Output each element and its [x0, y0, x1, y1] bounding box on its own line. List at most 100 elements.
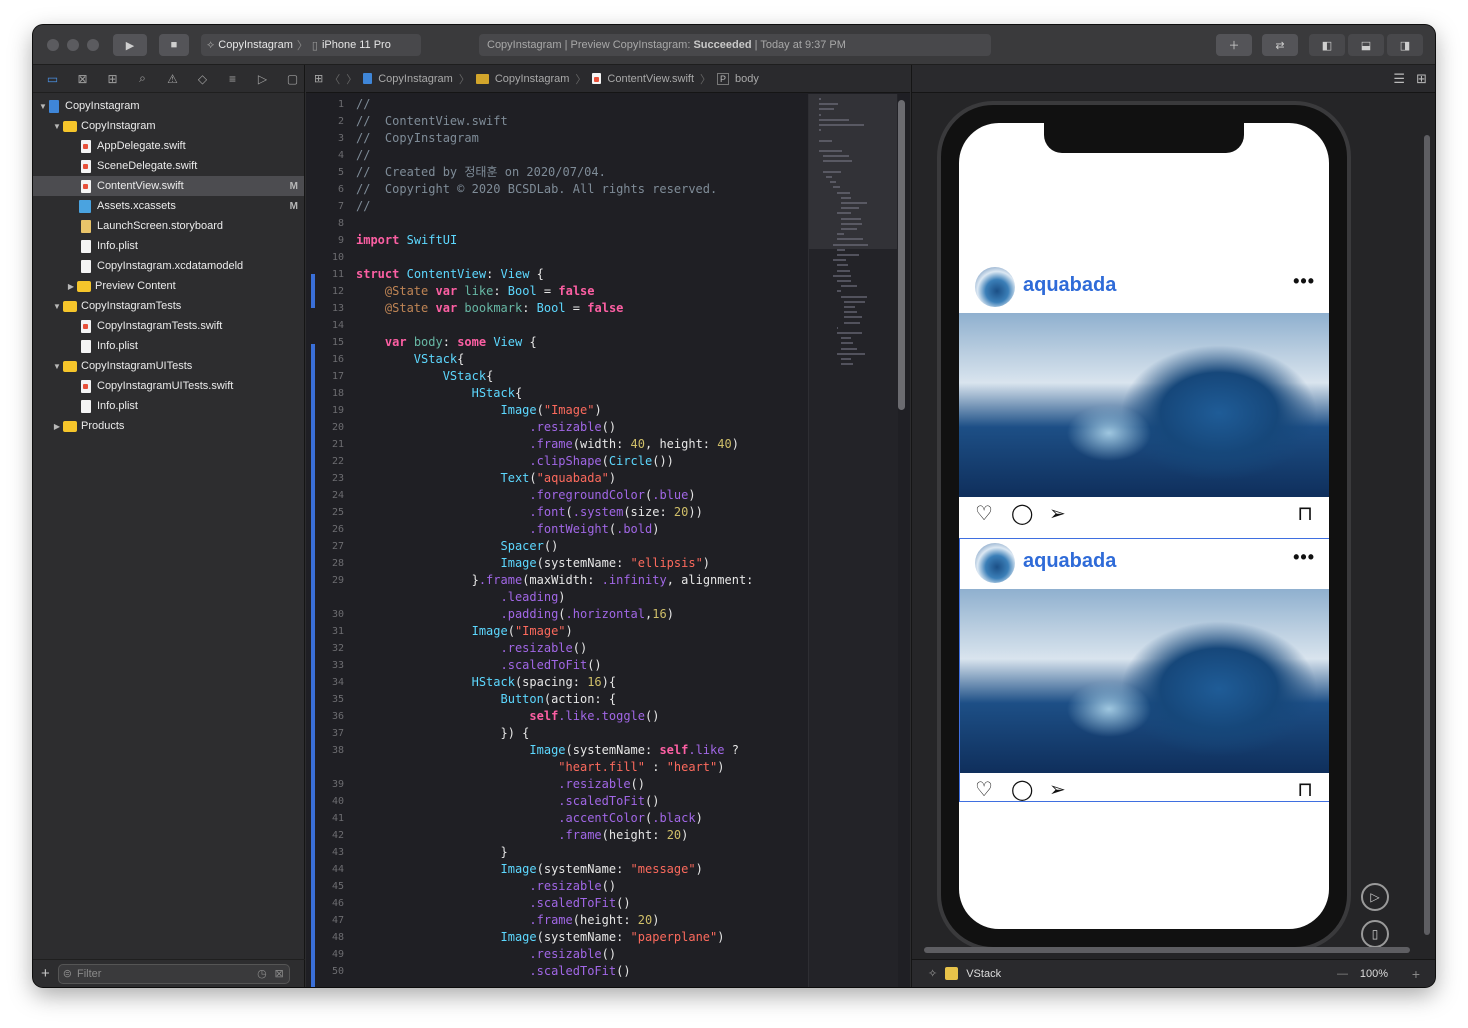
- pin-icon[interactable]: ✧: [928, 967, 937, 980]
- ellipsis-icon[interactable]: •••: [1293, 271, 1315, 292]
- editor-scrollbar[interactable]: [898, 100, 905, 410]
- code-line[interactable]: 49 .resizable(): [306, 946, 808, 963]
- tree-item-file[interactable]: Assets.xcassets M: [33, 196, 304, 216]
- code-line[interactable]: 44 Image(systemName: "message"): [306, 861, 808, 878]
- code-line[interactable]: .leading): [306, 589, 808, 606]
- line-number[interactable]: 6: [306, 181, 344, 198]
- disclosure-closed-icon[interactable]: ▶: [51, 422, 63, 431]
- code-line[interactable]: 35 Button(action: {: [306, 691, 808, 708]
- zoom-level[interactable]: 100%: [1360, 968, 1388, 980]
- code-line[interactable]: 41 .accentColor(.black): [306, 810, 808, 827]
- disclosure-open-icon[interactable]: ▼: [37, 102, 49, 111]
- source-control-icon[interactable]: ⊠: [72, 72, 93, 86]
- heart-icon[interactable]: ♡: [975, 503, 993, 525]
- code-line[interactable]: 39 .resizable(): [306, 776, 808, 793]
- tree-item-project[interactable]: ▼ CopyInstagram: [33, 96, 304, 116]
- code-line[interactable]: 10: [306, 249, 808, 266]
- code-line[interactable]: 23 Text("aquabada"): [306, 470, 808, 487]
- recent-files-icon[interactable]: ◷: [257, 967, 267, 980]
- tree-item-group[interactable]: ▼ CopyInstagramTests: [33, 296, 304, 316]
- report-icon[interactable]: ▢: [282, 72, 303, 86]
- code-line[interactable]: 34 HStack(spacing: 16){: [306, 674, 808, 691]
- code-line[interactable]: 20 .resizable(): [306, 419, 808, 436]
- add-editor-icon[interactable]: ⊞: [1416, 71, 1427, 87]
- test-icon[interactable]: ◇: [192, 72, 213, 86]
- paperplane-icon[interactable]: ➢: [1049, 503, 1066, 525]
- code-line[interactable]: 40 .scaledToFit(): [306, 793, 808, 810]
- tree-item-file[interactable]: Info.plist: [33, 236, 304, 256]
- code-line[interactable]: 14: [306, 317, 808, 334]
- code-line[interactable]: 16 VStack{: [306, 351, 808, 368]
- filter-field[interactable]: ⊜ Filter ◷ ⊠: [57, 963, 290, 984]
- code-line[interactable]: 38 Image(systemName: self.like ?: [306, 742, 808, 759]
- line-number[interactable]: 5: [306, 164, 344, 181]
- line-number[interactable]: 4: [306, 147, 344, 164]
- code-line[interactable]: 36 self.like.toggle(): [306, 708, 808, 725]
- tree-item-file-selected[interactable]: ContentView.swift M: [33, 176, 304, 196]
- code-area[interactable]: 1 // 2 // ContentView.swift 3 // CopyInstagra…: [306, 94, 808, 987]
- code-line[interactable]: 5 // Created by 정태훈 on 2020/07/04.: [306, 164, 808, 181]
- run-button[interactable]: ▶: [113, 34, 147, 56]
- disclosure-open-icon[interactable]: ▼: [51, 122, 63, 131]
- code-line[interactable]: 42 .frame(height: 20): [306, 827, 808, 844]
- code-line[interactable]: 30 .padding(.horizontal,16): [306, 606, 808, 623]
- zoom-in-icon[interactable]: +: [1412, 966, 1420, 982]
- code-line[interactable]: "heart.fill" : "heart"): [306, 759, 808, 776]
- scheme-selector[interactable]: ⟡ CopyInstagram 〉 ▯ iPhone 11 Pro: [201, 34, 421, 56]
- selected-view-label[interactable]: VStack: [966, 968, 1001, 980]
- code-line[interactable]: 47 .frame(height: 20): [306, 912, 808, 929]
- code-line[interactable]: 19 Image("Image"): [306, 402, 808, 419]
- canvas-horizontal-scrollbar[interactable]: [924, 947, 1410, 953]
- source-control-filter-icon[interactable]: ⊠: [275, 967, 284, 980]
- jump-project[interactable]: CopyInstagram: [378, 73, 453, 85]
- code-line[interactable]: 13 @State var bookmark: Bool = false: [306, 300, 808, 317]
- tree-item-file[interactable]: Info.plist: [33, 336, 304, 356]
- code-line[interactable]: 8: [306, 215, 808, 232]
- code-line[interactable]: 22 .clipShape(Circle()): [306, 453, 808, 470]
- related-items-icon[interactable]: ⊞: [314, 72, 323, 85]
- library-button[interactable]: ＋: [1216, 34, 1252, 56]
- warning-icon[interactable]: ⚠: [162, 72, 183, 86]
- tree-item-group[interactable]: ▼ CopyInstagramUITests: [33, 356, 304, 376]
- stop-button[interactable]: ■: [159, 34, 189, 56]
- minimap[interactable]: [808, 94, 898, 987]
- back-icon[interactable]: 〈: [329, 71, 340, 87]
- line-number[interactable]: 1: [306, 96, 344, 113]
- line-number[interactable]: 8: [306, 215, 344, 232]
- code-line[interactable]: 27 Spacer(): [306, 538, 808, 555]
- bookmark-icon[interactable]: ⊓: [1297, 503, 1313, 525]
- jump-symbol[interactable]: body: [735, 73, 759, 85]
- message-icon[interactable]: ◯: [1011, 503, 1033, 525]
- zoom-window-button[interactable]: [87, 39, 99, 51]
- code-line[interactable]: 29 }.frame(maxWidth: .infinity, alignmen…: [306, 572, 808, 589]
- code-line[interactable]: 7 //: [306, 198, 808, 215]
- line-number[interactable]: 9: [306, 232, 344, 249]
- code-line[interactable]: 33 .scaledToFit(): [306, 657, 808, 674]
- zoom-out-icon[interactable]: —: [1337, 968, 1348, 980]
- tree-item-group[interactable]: ▶ Preview Content: [33, 276, 304, 296]
- folder-icon[interactable]: ▭: [42, 72, 63, 86]
- code-line[interactable]: 15 var body: some View {: [306, 334, 808, 351]
- tree-item-file[interactable]: SceneDelegate.swift: [33, 156, 304, 176]
- code-line[interactable]: 28 Image(systemName: "ellipsis"): [306, 555, 808, 572]
- jump-group[interactable]: CopyInstagram: [495, 73, 570, 85]
- code-line[interactable]: 24 .foregroundColor(.blue): [306, 487, 808, 504]
- preview-on-device-button[interactable]: ▯: [1361, 920, 1389, 948]
- code-line[interactable]: 4 //: [306, 147, 808, 164]
- code-line[interactable]: 21 .frame(width: 40, height: 40): [306, 436, 808, 453]
- breakpoint-icon[interactable]: ▷: [252, 72, 273, 86]
- tree-item-file[interactable]: CopyInstagram.xcdatamodeld: [33, 256, 304, 276]
- code-line[interactable]: 37 }) {: [306, 725, 808, 742]
- code-review-button[interactable]: ⇄: [1262, 34, 1298, 56]
- tree-item-file[interactable]: CopyInstagramTests.swift: [33, 316, 304, 336]
- symbol-icon[interactable]: ⊞: [102, 72, 123, 86]
- code-line[interactable]: 45 .resizable(): [306, 878, 808, 895]
- tree-item-file[interactable]: LaunchScreen.storyboard: [33, 216, 304, 236]
- code-line[interactable]: 31 Image("Image"): [306, 623, 808, 640]
- minimize-window-button[interactable]: [67, 39, 79, 51]
- code-line[interactable]: 43 }: [306, 844, 808, 861]
- code-line[interactable]: 12 @State var like: Bool = false: [306, 283, 808, 300]
- editor-options-icon[interactable]: ☰: [1393, 71, 1405, 87]
- line-number[interactable]: 14: [306, 317, 344, 334]
- debug-icon[interactable]: ≡: [222, 72, 243, 86]
